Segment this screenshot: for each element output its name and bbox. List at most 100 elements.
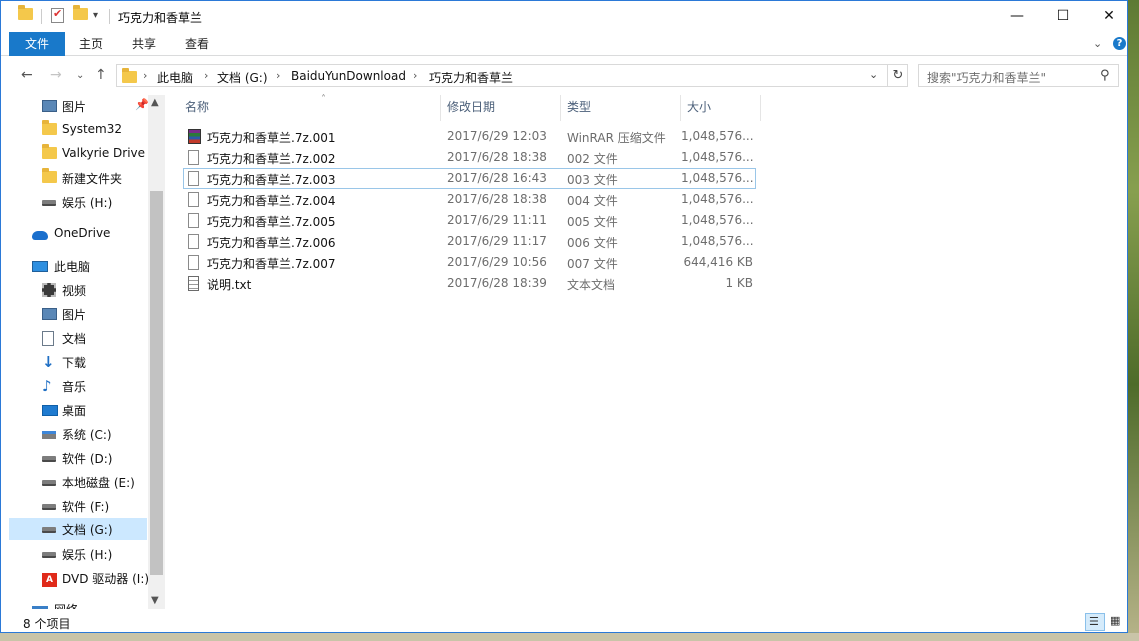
breadcrumb-drive-g[interactable]: 文档 (G:) (217, 69, 268, 86)
nav-item-drive-h-quick[interactable]: 娱乐 (H:) (9, 191, 147, 213)
refresh-button[interactable]: ↻ (887, 65, 908, 86)
large-icons-view-icon: ▦ (1110, 614, 1121, 627)
column-header-size[interactable]: 大小 (681, 95, 761, 121)
nav-item-drive-g[interactable]: 文档 (G:) (9, 518, 147, 540)
new-folder-icon[interactable] (73, 5, 89, 24)
tab-home[interactable]: 主页 (71, 32, 111, 56)
ribbon-tabs: 文件 主页 共享 查看 ⌄ ? (1, 32, 1127, 56)
forward-button[interactable]: → (50, 67, 62, 83)
file-size: 1,048,576... (681, 234, 754, 248)
tab-file[interactable]: 文件 (9, 32, 65, 56)
large-icons-view-button[interactable]: ▦ (1107, 613, 1127, 631)
file-name: 巧克力和香草兰.7z.003 (207, 173, 336, 187)
tab-share[interactable]: 共享 (124, 32, 164, 56)
breadcrumb-separator[interactable]: › (276, 69, 280, 82)
address-bar[interactable]: › 此电脑 › 文档 (G:) › BaiduYunDownload › 巧克力… (116, 64, 908, 87)
navigation-scrollbar[interactable]: ▲ ▼ (148, 95, 165, 609)
breadcrumb-this-pc[interactable]: 此电脑 (157, 69, 193, 86)
nav-item-label: 文档 (62, 332, 87, 346)
file-row[interactable]: 巧克力和香草兰.7z.003 2017/6/28 16:43 003 文件 1,… (183, 168, 756, 189)
nav-item-pictures-quick[interactable]: 图片 📌 (9, 95, 149, 117)
breadcrumb-separator[interactable]: › (204, 69, 208, 82)
breadcrumb-separator[interactable]: › (413, 69, 417, 82)
nav-item-label: 娱乐 (H:) (62, 548, 113, 562)
nav-item-music[interactable]: ♪ 音乐 (9, 375, 147, 397)
nav-item-pictures[interactable]: 图片 (9, 303, 147, 325)
scrollbar-thumb[interactable] (150, 191, 163, 575)
nav-item-videos[interactable]: 视频 (9, 279, 147, 301)
nav-item-this-pc[interactable]: 此电脑 (9, 255, 147, 277)
nav-item-label: 娱乐 (H:) (62, 196, 113, 210)
properties-icon[interactable] (51, 7, 67, 24)
quick-access-separator (41, 9, 42, 24)
nav-item-label: 新建文件夹 (62, 172, 123, 186)
nav-item-label: 网络 (54, 601, 78, 609)
scroll-up-icon[interactable]: ▲ (151, 97, 159, 108)
file-icon (188, 192, 199, 210)
nav-item-valkyrie-drive[interactable]: Valkyrie Drive (9, 143, 147, 165)
customize-toolbar-chevron-icon[interactable]: ▾ (93, 10, 109, 26)
file-row[interactable]: 巧克力和香草兰.7z.006 2017/6/29 11:17 006 文件 1,… (183, 231, 756, 252)
pin-icon[interactable]: 📌 (135, 98, 149, 111)
item-count: 8 个项目 (23, 617, 71, 631)
recent-locations-chevron-icon[interactable]: ⌄ (76, 70, 84, 81)
breadcrumb-current-folder[interactable]: 巧克力和香草兰 (429, 69, 513, 86)
nav-item-drive-h[interactable]: 娱乐 (H:) (9, 543, 147, 565)
file-row[interactable]: 巧克力和香草兰.7z.002 2017/6/28 18:38 002 文件 1,… (183, 147, 756, 168)
details-view-button[interactable]: ☰ (1085, 613, 1105, 631)
nav-item-drive-e[interactable]: 本地磁盘 (E:) (9, 471, 147, 493)
window-title: 巧克力和香草兰 (118, 11, 203, 25)
drive-icon (42, 547, 56, 561)
nav-item-dvd-drive[interactable]: A DVD 驱动器 (I:) (9, 567, 149, 589)
quick-access-separator (109, 9, 110, 24)
file-icon (188, 234, 199, 252)
minimize-button[interactable]: — (994, 1, 1040, 31)
nav-item-new-folder[interactable]: 新建文件夹 (9, 167, 147, 189)
file-date: 2017/6/29 11:11 (447, 213, 547, 227)
address-row: ← → ⌄ ↑ › 此电脑 › 文档 (G:) › BaiduYunDownlo… (1, 56, 1127, 95)
file-size: 1 KB (725, 276, 753, 290)
breadcrumb-separator[interactable]: › (143, 69, 147, 82)
tab-view[interactable]: 查看 (177, 32, 217, 56)
nav-item-desktop[interactable]: 桌面 (9, 399, 147, 421)
maximize-button[interactable]: ☐ (1040, 1, 1086, 31)
scroll-down-icon[interactable]: ▼ (151, 595, 159, 606)
file-row[interactable]: 说明.txt 2017/6/28 18:39 文本文档 1 KB (183, 273, 756, 294)
close-button[interactable]: ✕ (1086, 1, 1127, 31)
desktop-icon (42, 403, 58, 419)
column-header-date[interactable]: 修改日期 (441, 95, 561, 121)
nav-item-documents[interactable]: 文档 (9, 327, 147, 349)
file-date: 2017/6/28 18:39 (447, 276, 547, 290)
up-button[interactable]: ↑ (95, 67, 107, 83)
help-icon[interactable]: ? (1113, 37, 1126, 50)
file-type: WinRAR 压缩文件 (567, 131, 666, 145)
column-header-name[interactable]: 名称 ˄ (179, 94, 441, 121)
file-row[interactable]: 巧克力和香草兰.7z.005 2017/6/29 11:11 005 文件 1,… (183, 210, 756, 231)
nav-item-network[interactable]: 网络 (9, 598, 147, 609)
search-icon[interactable]: ⚲ (1100, 68, 1110, 83)
file-date: 2017/6/28 16:43 (447, 171, 547, 185)
nav-item-label: 软件 (D:) (62, 452, 113, 466)
navigation-pane: 图片 📌 System32 Valkyrie Drive 新建文件夹 娱乐 (H… (1, 95, 165, 609)
search-input[interactable]: 搜索"巧克力和香草兰" (927, 69, 1046, 86)
nav-item-onedrive[interactable]: OneDrive (9, 223, 147, 245)
nav-item-drive-c[interactable]: 系统 (C:) (9, 423, 147, 445)
nav-item-downloads[interactable]: ↓ 下载 (9, 351, 147, 373)
this-pc-icon (32, 259, 48, 275)
address-dropdown-chevron-icon[interactable]: ⌄ (869, 68, 878, 81)
folder-icon (18, 5, 34, 24)
file-row[interactable]: 巧克力和香草兰.7z.001 2017/6/29 12:03 WinRAR 压缩… (183, 126, 756, 147)
file-row[interactable]: 巧克力和香草兰.7z.004 2017/6/28 18:38 004 文件 1,… (183, 189, 756, 210)
nav-item-system32[interactable]: System32 (9, 119, 147, 141)
back-button[interactable]: ← (21, 67, 33, 83)
breadcrumb-baiduyundownload[interactable]: BaiduYunDownload (291, 69, 406, 83)
column-header-type[interactable]: 类型 (561, 95, 681, 121)
search-box[interactable]: 搜索"巧克力和香草兰" ⚲ (918, 64, 1119, 87)
nav-item-drive-f[interactable]: 软件 (F:) (9, 495, 147, 517)
drive-icon (42, 499, 56, 513)
file-row[interactable]: 巧克力和香草兰.7z.007 2017/6/29 10:56 007 文件 64… (183, 252, 756, 273)
expand-ribbon-chevron-icon[interactable]: ⌄ (1093, 37, 1102, 50)
nav-item-drive-d[interactable]: 软件 (D:) (9, 447, 147, 469)
file-icon (188, 255, 199, 273)
nav-item-label: 系统 (C:) (62, 428, 112, 442)
